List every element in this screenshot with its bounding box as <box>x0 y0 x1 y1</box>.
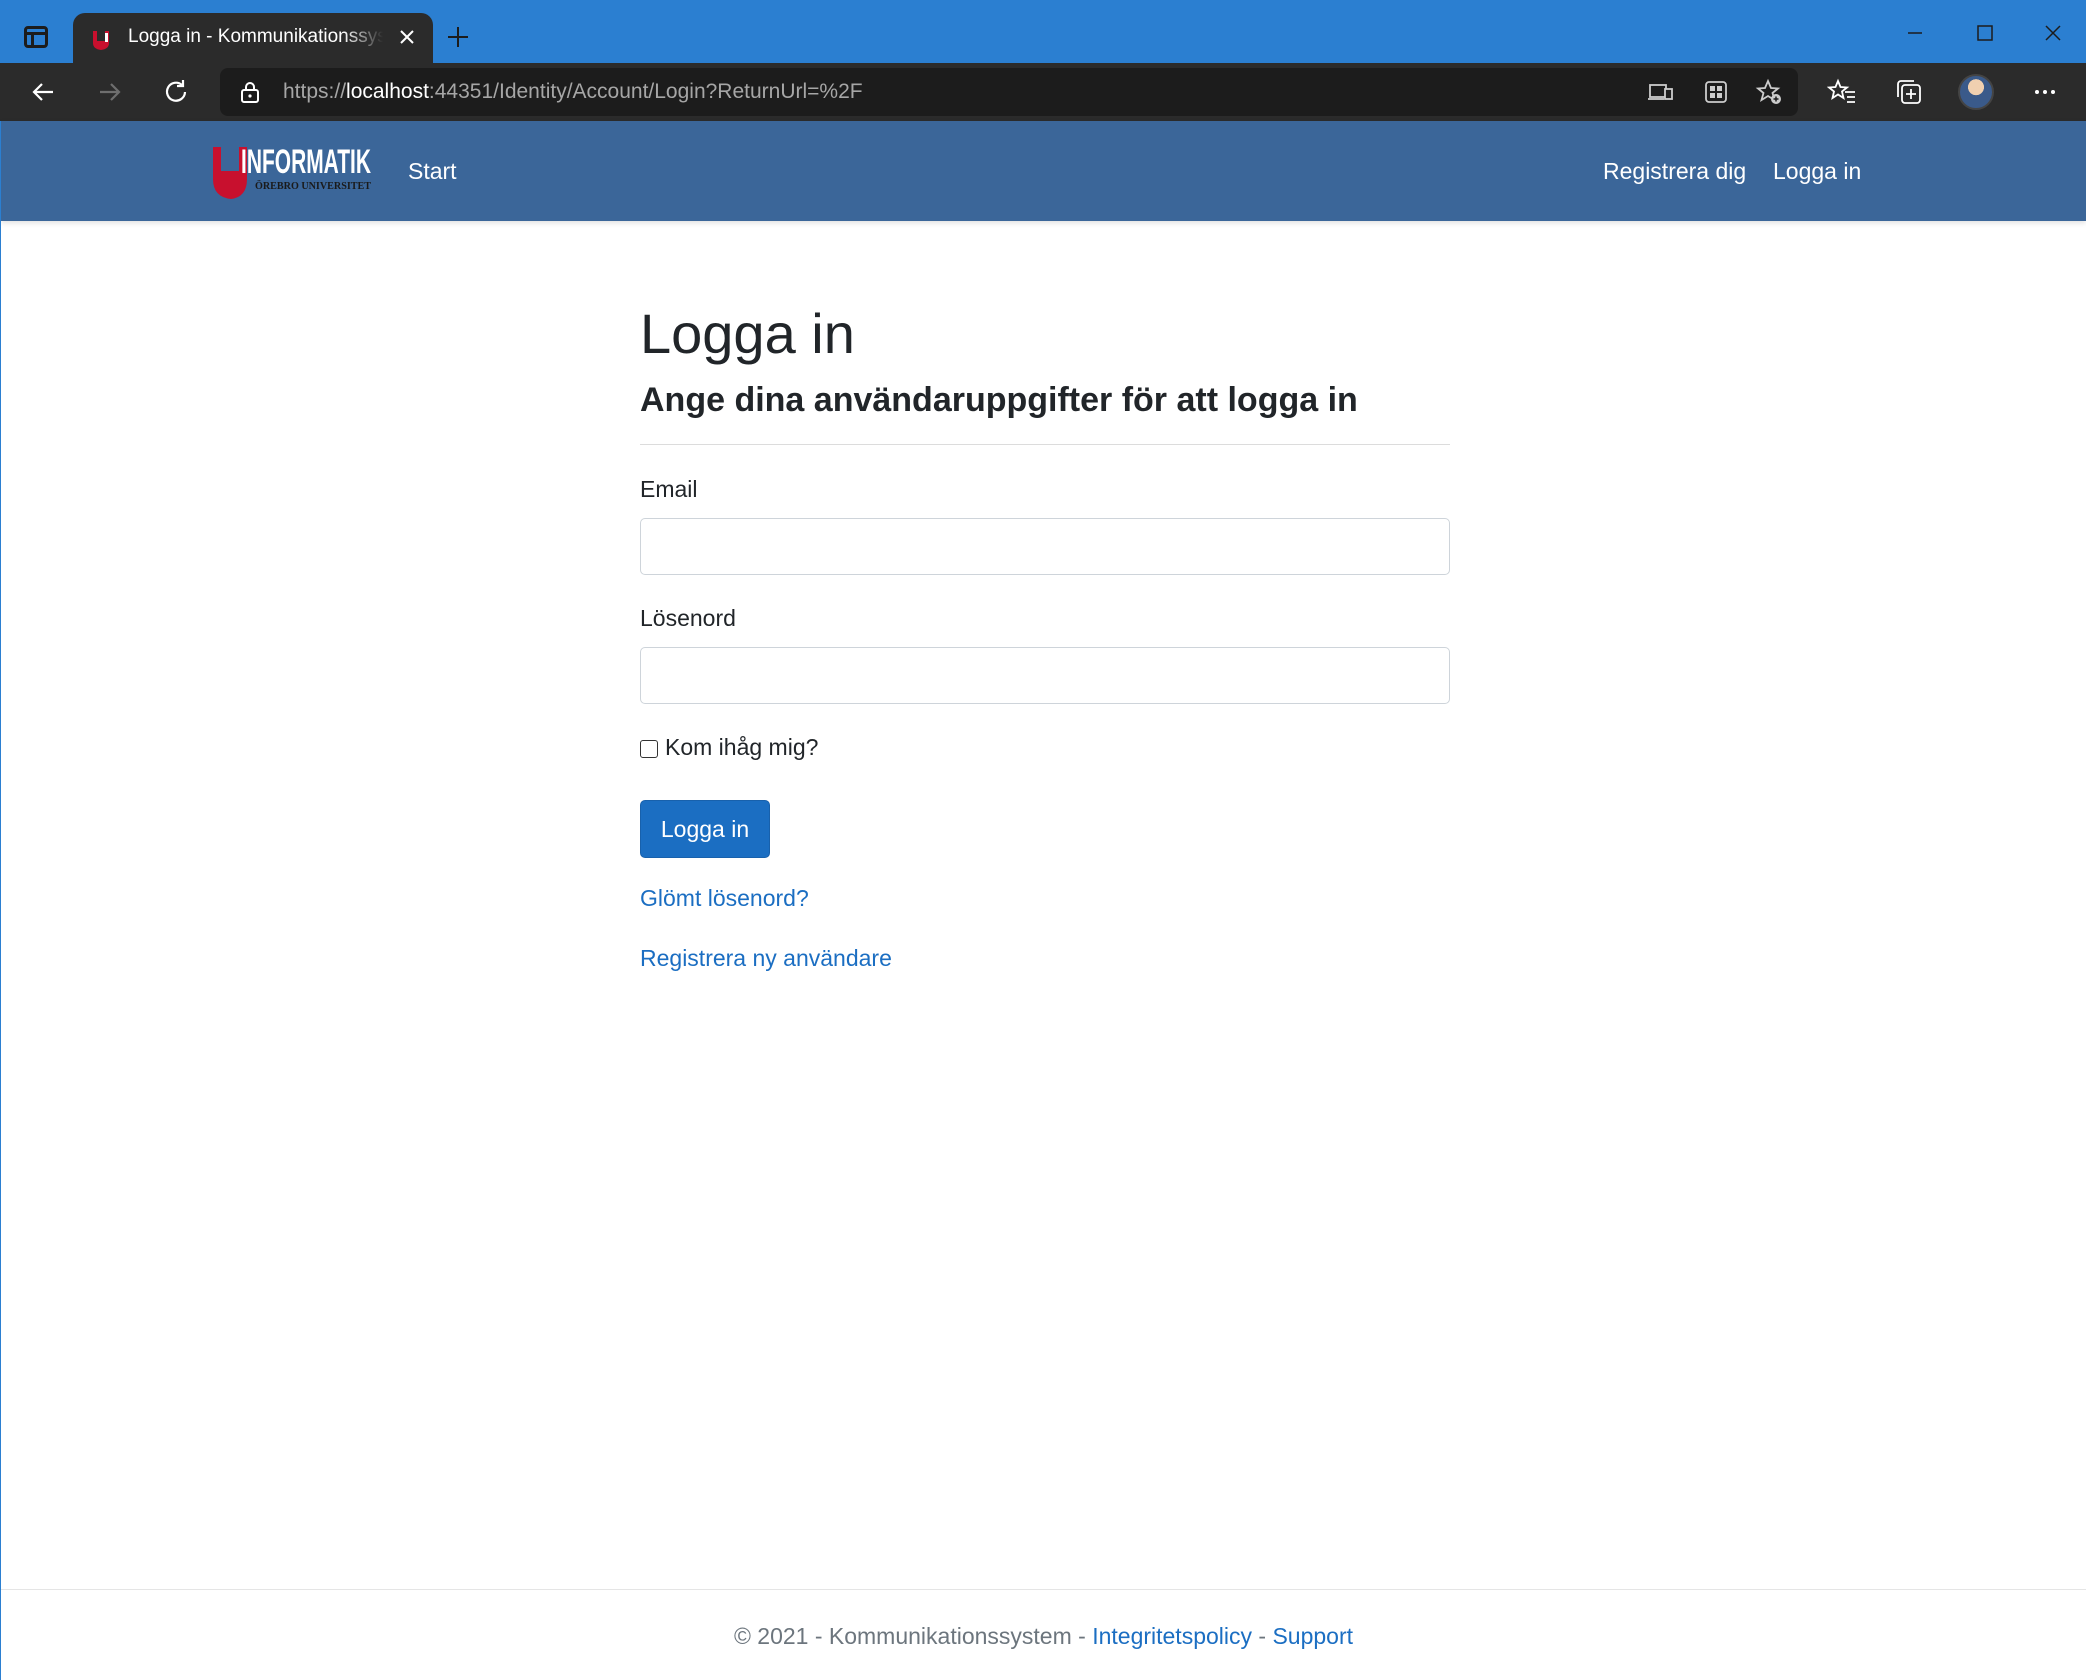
more-options-icon[interactable] <box>2030 77 2060 107</box>
password-label: Lösenord <box>640 605 736 631</box>
nav-start-link[interactable]: Start <box>408 158 457 185</box>
footer-separator: - <box>1252 1623 1273 1649</box>
divider <box>640 444 1450 445</box>
support-link[interactable]: Support <box>1272 1623 1353 1649</box>
informatik-logo[interactable]: INFORMATIK ÖREBRO UNIVERSITET <box>211 141 376 201</box>
maximize-icon[interactable] <box>1970 18 2000 48</box>
tab-close-icon[interactable] <box>395 25 419 49</box>
collections-icon[interactable] <box>1894 77 1924 107</box>
remember-me-label[interactable]: Kom ihåg mig? <box>665 734 818 761</box>
site-navbar: INFORMATIK ÖREBRO UNIVERSITET Start Regi… <box>1 121 2086 221</box>
browser-toolbar: https://localhost:44351/Identity/Account… <box>0 63 2086 121</box>
back-arrow-icon[interactable] <box>28 77 58 107</box>
email-field[interactable] <box>640 518 1450 575</box>
footer-text: © 2021 - Kommunikationssystem - Integrit… <box>1 1623 2086 1650</box>
lock-icon[interactable] <box>240 80 260 104</box>
tab-actions-icon[interactable] <box>24 26 48 48</box>
add-favorite-icon[interactable] <box>1755 78 1783 106</box>
email-label: Email <box>640 476 698 502</box>
browser-titlebar: Logga in - Kommunikationssystem <box>0 0 2086 63</box>
password-field[interactable] <box>640 647 1450 704</box>
extensions-grid-icon[interactable] <box>1702 78 1730 106</box>
favorites-icon[interactable] <box>1827 77 1857 107</box>
forgot-password-link[interactable]: Glömt lösenord? <box>640 885 809 912</box>
new-tab-icon[interactable] <box>445 24 471 50</box>
browser-tab[interactable]: Logga in - Kommunikationssystem <box>73 13 433 63</box>
tab-title: Logga in - Kommunikationssystem <box>128 26 383 48</box>
window-close-icon[interactable] <box>2038 18 2068 48</box>
profile-avatar[interactable] <box>1958 74 1994 110</box>
remember-me-checkbox[interactable] <box>640 740 658 758</box>
nav-register-link[interactable]: Registrera dig <box>1603 158 1746 185</box>
page-subtitle: Ange dina användaruppgifter för att logg… <box>640 381 1358 419</box>
app-available-icon[interactable] <box>1647 78 1675 106</box>
url-text[interactable]: https://localhost:44351/Identity/Account… <box>283 80 863 104</box>
svg-text:ÖREBRO UNIVERSITET: ÖREBRO UNIVERSITET <box>255 179 372 192</box>
privacy-policy-link[interactable]: Integritetspolicy <box>1092 1623 1252 1649</box>
reload-icon[interactable] <box>161 77 191 107</box>
login-submit-button[interactable]: Logga in <box>640 800 770 858</box>
site-footer: © 2021 - Kommunikationssystem - Integrit… <box>1 1589 2086 1680</box>
nav-login-link[interactable]: Logga in <box>1773 158 1861 185</box>
site-favicon-icon <box>93 31 109 50</box>
page-title: Logga in <box>640 302 855 365</box>
address-bar[interactable]: https://localhost:44351/Identity/Account… <box>220 68 1798 116</box>
register-new-user-link[interactable]: Registrera ny användare <box>640 945 892 972</box>
window-border <box>0 121 1 1680</box>
forward-arrow-icon[interactable] <box>95 77 125 107</box>
minimize-icon[interactable] <box>1900 18 1930 48</box>
footer-copyright: © 2021 - Kommunikationssystem - <box>733 1623 1093 1649</box>
svg-text:INFORMATIK: INFORMATIK <box>241 143 371 181</box>
